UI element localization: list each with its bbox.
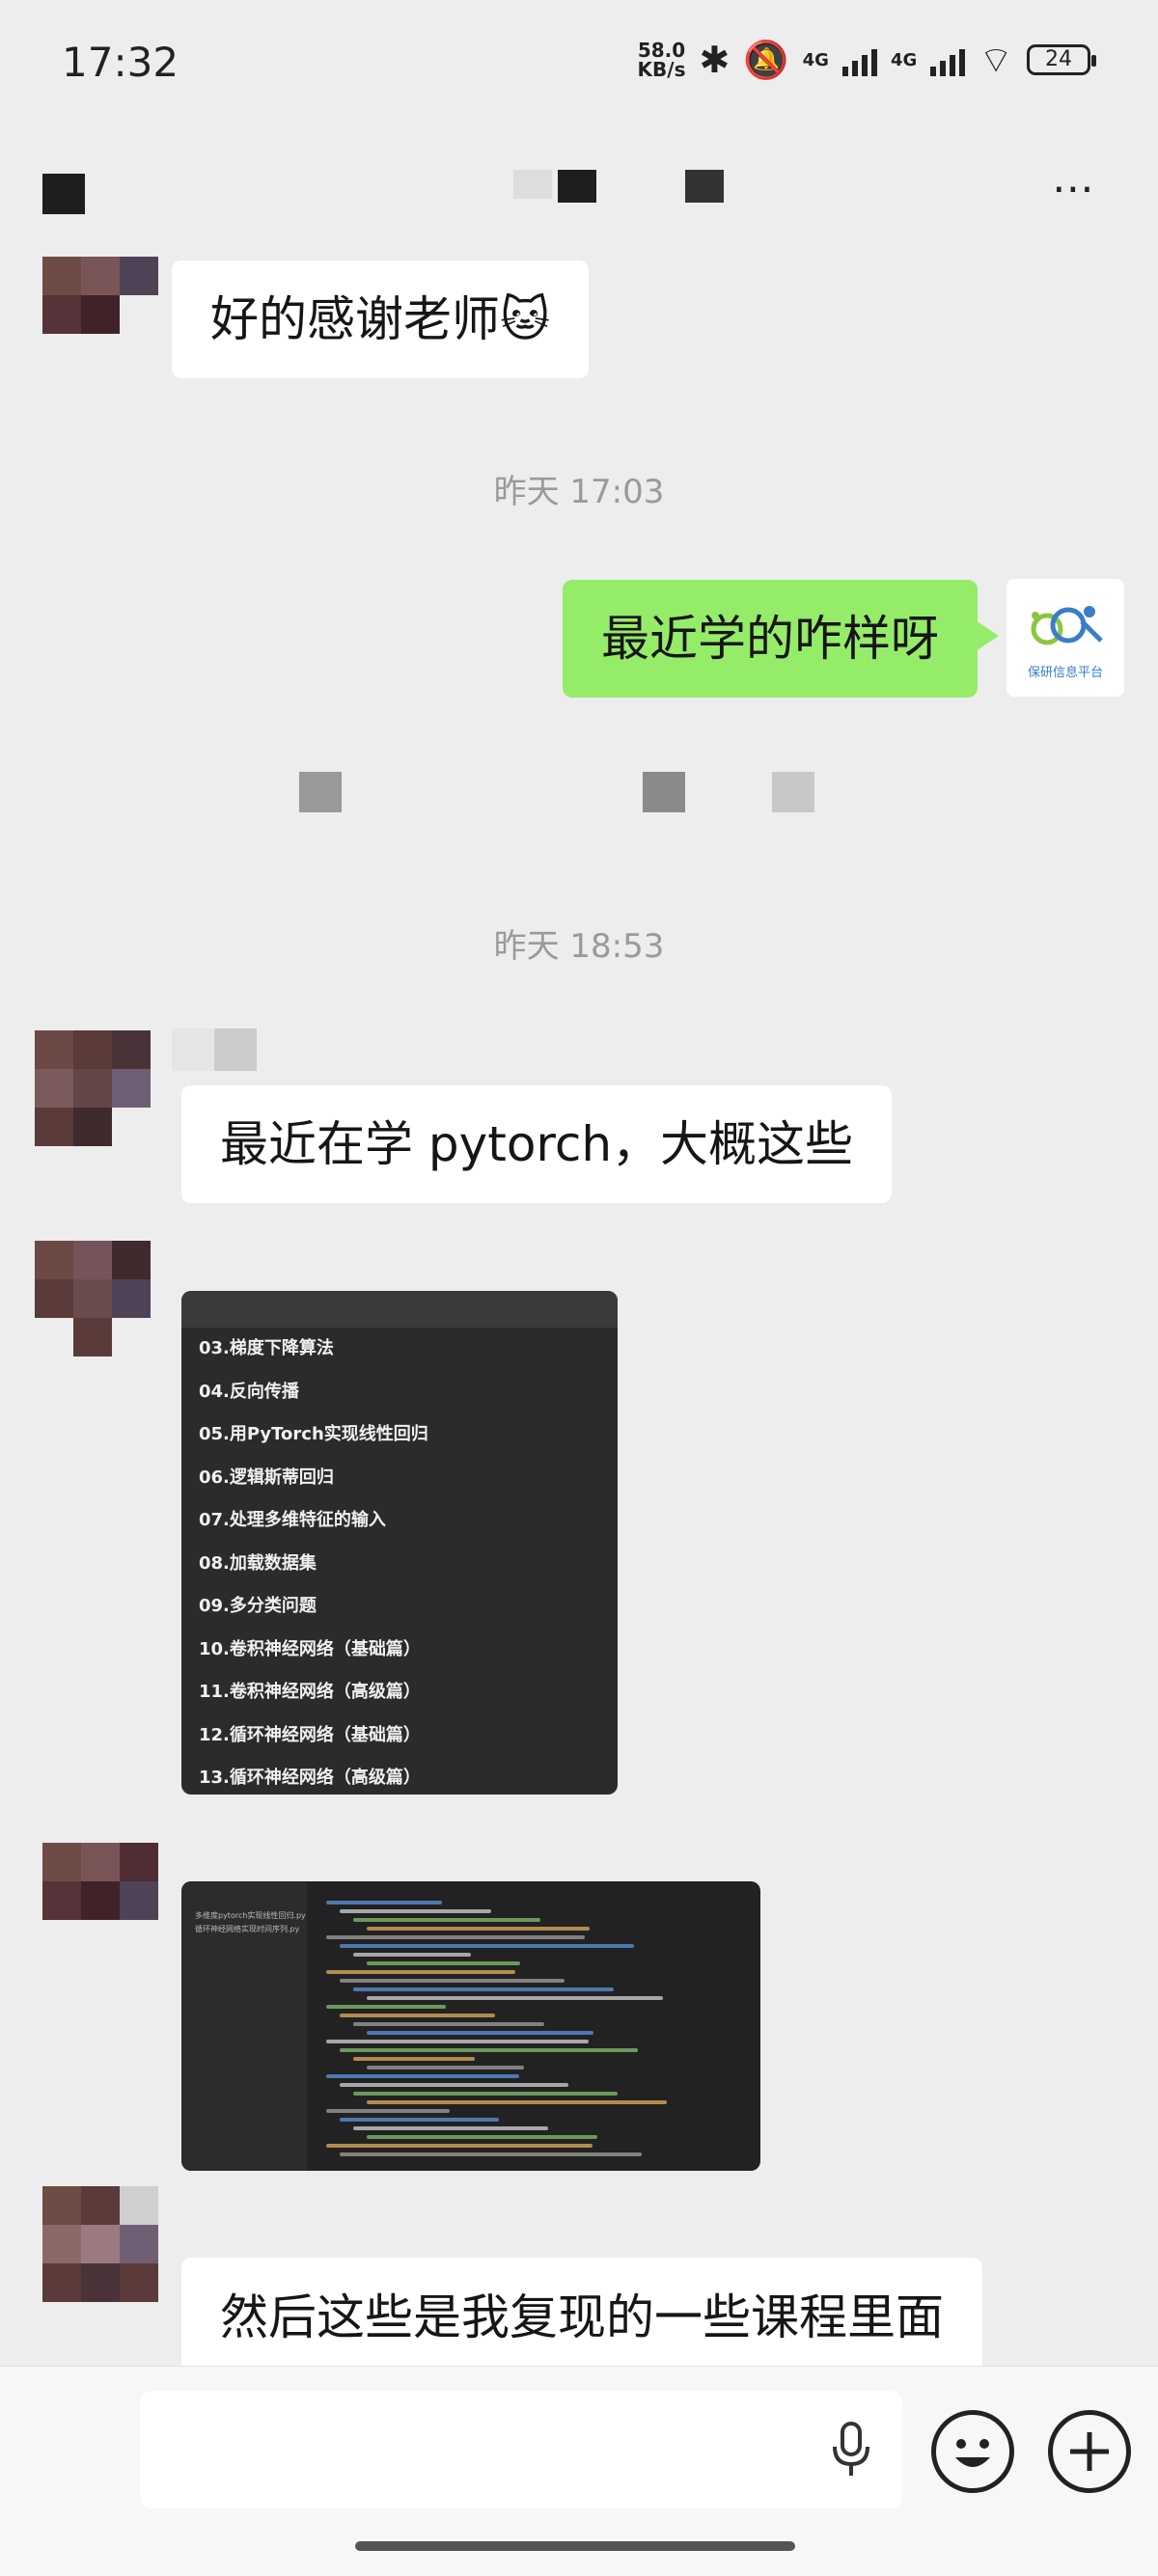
course-list-item: 04.反向传播 <box>199 1381 299 1402</box>
message-bubble[interactable]: 好的感谢老师🐱 <box>172 260 590 378</box>
image-message-code[interactable]: 多维度pytorch实现线性回归.py 循环神经网络实现时间序列.py <box>181 1881 760 2171</box>
emoji-icon[interactable] <box>931 2410 1014 2493</box>
chat-screen: 17:32 58.0 KB/s ✱ 🔕 4G 4G ⌔ 24 ⋯ 好的感谢老师🐱 <box>0 0 1158 2576</box>
code-line <box>326 1901 442 1905</box>
code-line <box>353 1953 471 1957</box>
course-list-item: 09.多分类问题 <box>199 1596 317 1616</box>
avatar[interactable] <box>35 1241 151 1357</box>
code-line <box>326 2144 593 2148</box>
code-line <box>367 2031 593 2035</box>
network-type-1: 4G <box>802 49 829 70</box>
signal-icon <box>930 43 966 76</box>
code-line <box>367 2100 667 2104</box>
code-line <box>353 2022 544 2026</box>
my-avatar[interactable]: 保研信息平台 <box>1006 579 1124 697</box>
code-line <box>367 1996 663 2000</box>
plus-icon[interactable] <box>1048 2410 1131 2493</box>
message-bubble-me[interactable]: 最近学的咋样呀 <box>563 580 999 698</box>
course-list-item: 08.加载数据集 <box>199 1552 317 1574</box>
code-line <box>326 2005 446 2009</box>
bluetooth-icon: ✱ <box>699 39 731 81</box>
avatar[interactable] <box>42 1843 158 1959</box>
home-indicator[interactable] <box>355 2541 795 2551</box>
avatar[interactable] <box>42 257 158 372</box>
code-line <box>353 1918 540 1922</box>
course-list-item: 13.循环神经网络（高级篇） <box>199 1768 421 1788</box>
status-icons: 58.0 KB/s ✱ 🔕 4G 4G ⌔ 24 <box>637 39 1096 81</box>
message-bubble[interactable]: 最近在学 pytorch，大概这些 <box>181 1085 893 1203</box>
avatar[interactable] <box>42 2186 158 2302</box>
platform-logo-icon <box>1031 606 1103 645</box>
message-input[interactable] <box>140 2391 902 2508</box>
timestamp: 昨天 18:53 <box>493 927 665 966</box>
code-line <box>367 2066 524 2069</box>
back-icon[interactable] <box>42 174 85 214</box>
course-list-item: 10.卷积神经网络（基础篇） <box>199 1638 421 1659</box>
message-bubble[interactable]: 然后这些是我复现的一些课程里面 <box>181 2258 982 2373</box>
battery-icon: 24 <box>1027 44 1096 75</box>
mute-icon: 🔕 <box>743 39 789 81</box>
code-line <box>326 1935 585 1939</box>
course-list-item: 12.循环神经网络（基础篇） <box>199 1724 421 1745</box>
signal-icon <box>841 43 877 76</box>
code-line <box>340 2048 638 2052</box>
course-list-item: 11.卷积神经网络（高级篇） <box>199 1682 421 1702</box>
more-options-icon[interactable]: ⋯ <box>1052 164 1100 213</box>
code-line <box>340 2014 495 2017</box>
course-list-item: 03.梯度下降算法 <box>199 1338 334 1358</box>
code-line <box>367 2135 597 2139</box>
code-line <box>353 1987 614 1991</box>
course-list-item: 05.用PyTorch实现线性回归 <box>199 1424 428 1444</box>
mosaic-row <box>299 772 820 814</box>
network-speed: 58.0 KB/s <box>637 39 686 81</box>
code-line <box>367 1927 590 1931</box>
code-file-name: 循环神经网络实现时间序列.py <box>195 1925 300 1933</box>
code-line <box>340 2083 568 2087</box>
course-list-item: 07.处理多维特征的输入 <box>199 1510 386 1530</box>
course-list-item: 06.逻辑斯蒂回归 <box>199 1466 334 1488</box>
code-line <box>353 2126 548 2130</box>
image-message-course-list[interactable]: 03.梯度下降算法 04.反向传播 05.用PyTorch实现线性回归 06.逻辑斯蒂… <box>181 1291 618 1795</box>
code-file-name: 多维度pytorch实现线性回归.py <box>195 1911 306 1920</box>
code-line <box>340 1909 491 1913</box>
avatar[interactable] <box>35 1030 151 1146</box>
network-type-2: 4G <box>890 49 918 70</box>
code-line <box>340 1979 565 1983</box>
chat-title-mosaic <box>511 170 733 203</box>
code-line <box>340 1944 634 1948</box>
code-line <box>367 1961 520 1965</box>
microphone-icon[interactable] <box>830 2422 872 2480</box>
code-line <box>326 1970 515 1974</box>
status-time: 17:32 <box>62 39 179 86</box>
code-line <box>326 2074 519 2078</box>
code-line <box>353 2057 475 2061</box>
status-bar: 17:32 58.0 KB/s ✱ 🔕 4G 4G ⌔ 24 <box>0 0 1158 135</box>
code-line <box>326 2040 589 2043</box>
wifi-icon: ⌔ <box>979 39 1013 81</box>
my-avatar-label: 保研信息平台 <box>1027 666 1103 680</box>
timestamp: 昨天 17:03 <box>493 473 665 511</box>
name-mosaic <box>172 1028 259 1071</box>
code-line <box>353 2092 618 2096</box>
code-line <box>326 2109 450 2113</box>
code-line <box>340 2118 499 2122</box>
code-line <box>340 2152 642 2156</box>
